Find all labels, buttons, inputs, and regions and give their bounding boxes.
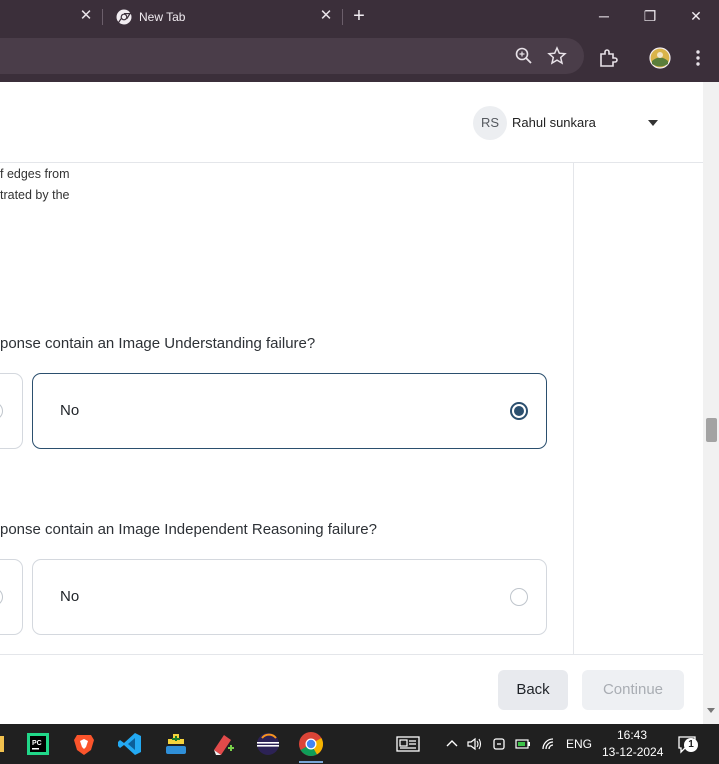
avatar[interactable]: RS — [473, 106, 507, 140]
windows-taskbar: PC ENG 16:43 13-12-2024 1 — [0, 724, 719, 764]
page-scrollbar[interactable] — [703, 82, 719, 724]
main-content: f edges from trated by the ponse contain… — [0, 163, 573, 654]
scroll-down-arrow-icon[interactable] — [707, 708, 715, 713]
chevron-down-icon[interactable] — [648, 120, 658, 126]
right-side-panel — [573, 163, 703, 654]
notification-count-badge: 1 — [684, 738, 698, 752]
restore-icon[interactable]: ❐ — [635, 5, 665, 27]
menu-kebab-icon[interactable] — [687, 47, 709, 69]
option-no-label: No — [60, 402, 80, 419]
profile-avatar-icon[interactable] — [649, 47, 671, 69]
battery-icon[interactable] — [515, 736, 531, 752]
option-no-label: No — [60, 588, 80, 605]
brave-icon[interactable] — [70, 730, 98, 758]
option-yes-radio[interactable] — [0, 588, 3, 606]
news-widget-icon[interactable] — [396, 735, 420, 753]
language-indicator[interactable]: ENG — [566, 737, 592, 751]
question-image-independent-reasoning: ponse contain an Image Independent Reaso… — [0, 521, 377, 538]
file-explorer-icon[interactable] — [0, 730, 4, 758]
volume-icon[interactable] — [466, 736, 482, 752]
browser-toolbar — [0, 34, 719, 82]
window-close-icon[interactable]: ✕ — [681, 5, 711, 27]
clock-date[interactable]: 13-12-2024 — [602, 745, 663, 759]
active-app-indicator — [299, 761, 323, 763]
new-tab-button[interactable]: + — [349, 5, 369, 27]
question-image-understanding: ponse contain an Image Understanding fai… — [0, 335, 316, 352]
option-yes-radio[interactable] — [0, 402, 3, 420]
tab-new-tab[interactable]: New Tab ✕ — [104, 0, 342, 34]
scrollbar-thumb[interactable] — [706, 418, 717, 442]
notes-icon[interactable] — [208, 730, 236, 758]
back-button[interactable]: Back — [498, 670, 568, 710]
continue-button[interactable]: Continue — [582, 670, 684, 710]
page-header: RS Rahul sunkara — [0, 82, 703, 163]
option-no-card[interactable]: No — [32, 559, 547, 635]
vscode-icon[interactable] — [116, 730, 144, 758]
tab-separator — [102, 9, 103, 25]
clock-time[interactable]: 16:43 — [617, 728, 647, 742]
tab-title: New Tab — [139, 10, 186, 24]
meet-now-icon[interactable] — [492, 736, 508, 752]
paragraph-line: f edges from — [0, 167, 70, 181]
paragraph-line: trated by the — [0, 188, 70, 202]
form-footer: Back Continue — [0, 654, 703, 724]
minimize-icon[interactable]: ─ — [589, 5, 619, 27]
option-no-card[interactable]: No — [32, 373, 547, 449]
user-name[interactable]: Rahul sunkara — [512, 115, 596, 130]
option-no-radio[interactable] — [510, 402, 528, 420]
address-bar[interactable] — [0, 38, 584, 74]
eclipse-icon[interactable] — [254, 730, 282, 758]
pycharm-icon[interactable]: PC — [24, 730, 52, 758]
browser-tab-strip: ✕ New Tab ✕ + ─ ❐ ✕ — [0, 0, 719, 34]
zoom-icon[interactable] — [513, 45, 535, 67]
game-icon[interactable] — [162, 730, 190, 758]
tab-close-icon[interactable]: ✕ — [317, 7, 335, 25]
extensions-icon[interactable] — [597, 47, 619, 69]
option-yes-card[interactable] — [0, 373, 23, 449]
bookmark-star-icon[interactable] — [546, 45, 568, 67]
option-no-radio[interactable] — [510, 588, 528, 606]
chevron-up-icon[interactable] — [444, 736, 460, 752]
wifi-icon[interactable] — [540, 736, 556, 752]
chrome-tab-icon — [116, 9, 132, 25]
svg-text:PC: PC — [32, 740, 42, 747]
tab-close-icon[interactable]: ✕ — [77, 7, 95, 25]
tab-separator — [342, 9, 343, 25]
option-yes-card[interactable] — [0, 559, 23, 635]
chrome-icon[interactable] — [297, 730, 325, 758]
